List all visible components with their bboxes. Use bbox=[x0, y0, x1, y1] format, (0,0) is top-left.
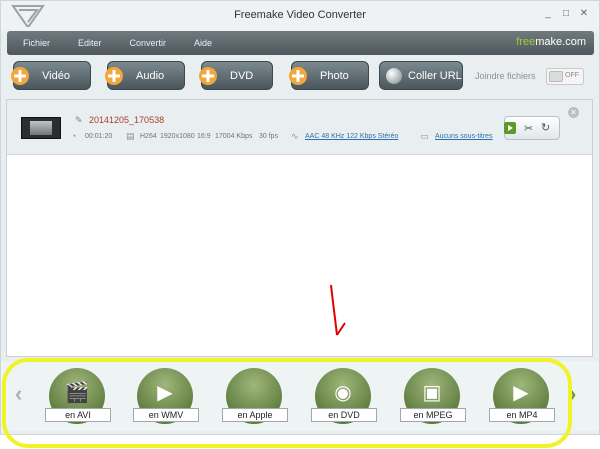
format-mpeg-button[interactable]: ▣ en MPEG bbox=[400, 368, 466, 424]
add-audio-label: Audio bbox=[136, 69, 165, 82]
film-icon: ▤ bbox=[126, 131, 135, 141]
paste-url-label: Coller URL bbox=[408, 69, 462, 82]
menu-convertir[interactable]: Convertir bbox=[130, 38, 167, 48]
toggle-state-label: OFF bbox=[565, 72, 579, 79]
format-label: en DVD bbox=[311, 408, 377, 422]
video-resolution: 1920x1080 bbox=[160, 133, 195, 140]
minimize-button[interactable]: _ bbox=[543, 8, 553, 19]
clock-icon: ◔ bbox=[71, 131, 77, 141]
add-dvd-button[interactable]: DVD bbox=[199, 61, 273, 90]
scissors-icon[interactable]: ✂ bbox=[524, 122, 533, 135]
brand-part: make bbox=[535, 36, 563, 48]
audio-track-link[interactable]: AAC 48 KHz 122 Kbps Stéréo bbox=[305, 133, 398, 140]
plus-icon bbox=[289, 67, 307, 85]
video-aspect: 16:9 bbox=[197, 133, 211, 140]
add-video-button[interactable]: Vidéo bbox=[11, 61, 91, 90]
file-duration: 00:01:20 bbox=[85, 133, 113, 140]
file-list-area: ✎ 20141205_170538 ◔ 00:01:20 ▤ H264 1920… bbox=[6, 99, 593, 357]
plus-icon bbox=[199, 67, 217, 85]
scroll-right-icon[interactable]: › bbox=[569, 381, 576, 407]
paste-url-button[interactable]: Coller URL bbox=[379, 61, 463, 90]
globe-icon bbox=[386, 68, 402, 84]
plus-icon bbox=[11, 67, 29, 85]
menu-editer[interactable]: Editer bbox=[78, 38, 102, 48]
edit-actions: ✂ ↻ bbox=[504, 116, 560, 140]
brand-part: .com bbox=[562, 36, 586, 48]
format-apple-button[interactable]: en Apple bbox=[222, 368, 288, 424]
toolbar: Vidéo Audio DVD Photo Coller URL Joindre… bbox=[1, 59, 599, 95]
app-window: Freemake Video Converter _ □ ✕ Fichier E… bbox=[0, 0, 600, 435]
format-label: en MPEG bbox=[400, 408, 466, 422]
file-name[interactable]: 20141205_170538 bbox=[89, 115, 164, 125]
window-title: Freemake Video Converter bbox=[234, 9, 366, 21]
menu-aide[interactable]: Aide bbox=[194, 38, 212, 48]
add-video-label: Vidéo bbox=[42, 69, 70, 82]
join-files-label: Joindre fichiers bbox=[475, 71, 536, 81]
add-dvd-label: DVD bbox=[230, 69, 254, 82]
format-wmv-button[interactable]: ▶ en WMV bbox=[133, 368, 199, 424]
remove-file-icon[interactable]: ✕ bbox=[568, 107, 579, 118]
add-photo-button[interactable]: Photo bbox=[289, 61, 369, 90]
title-bar: Freemake Video Converter _ □ ✕ bbox=[1, 1, 599, 31]
brand-part: free bbox=[516, 36, 536, 48]
audio-wave-icon: ∿ bbox=[291, 131, 299, 141]
subtitles-link[interactable]: Aucuns sous-titres bbox=[435, 133, 493, 140]
play-icon[interactable] bbox=[504, 122, 516, 134]
format-avi-button[interactable]: 🎬 en AVI bbox=[45, 368, 111, 424]
add-photo-label: Photo bbox=[320, 69, 349, 82]
brand-link[interactable]: freemake.com bbox=[516, 36, 586, 48]
scroll-left-icon[interactable]: ‹ bbox=[15, 381, 22, 407]
format-label: en WMV bbox=[133, 408, 199, 422]
file-row[interactable]: ✎ 20141205_170538 ◔ 00:01:20 ▤ H264 1920… bbox=[7, 100, 592, 155]
edit-pencil-icon[interactable]: ✎ bbox=[75, 115, 83, 126]
subtitle-bubble-icon: ▭ bbox=[420, 131, 429, 141]
close-button[interactable]: ✕ bbox=[579, 8, 589, 19]
video-bitrate: 17004 Kbps bbox=[215, 133, 253, 140]
video-thumbnail bbox=[21, 117, 61, 139]
window-controls: _ □ ✕ bbox=[543, 8, 589, 19]
format-label: en MP4 bbox=[489, 408, 555, 422]
format-label: en Apple bbox=[222, 408, 288, 422]
video-fps: 30 fps bbox=[259, 133, 279, 140]
video-codec: H264 bbox=[140, 133, 157, 140]
format-mp4-button[interactable]: ▶ en MP4 bbox=[489, 368, 555, 424]
add-audio-button[interactable]: Audio bbox=[105, 61, 185, 90]
format-label: en AVI bbox=[45, 408, 111, 422]
menu-fichier[interactable]: Fichier bbox=[23, 38, 50, 48]
toggle-knob bbox=[549, 71, 563, 82]
rotate-icon[interactable]: ↻ bbox=[541, 121, 550, 134]
menu-bar: Fichier Editer Convertir Aide freemake.c… bbox=[7, 31, 594, 55]
plus-icon bbox=[105, 67, 123, 85]
annotation-arrow-icon bbox=[330, 284, 346, 336]
maximize-button[interactable]: □ bbox=[561, 8, 571, 19]
join-files-toggle[interactable]: OFF bbox=[546, 68, 584, 85]
format-dvd-button[interactable]: ◉ en DVD bbox=[311, 368, 377, 424]
